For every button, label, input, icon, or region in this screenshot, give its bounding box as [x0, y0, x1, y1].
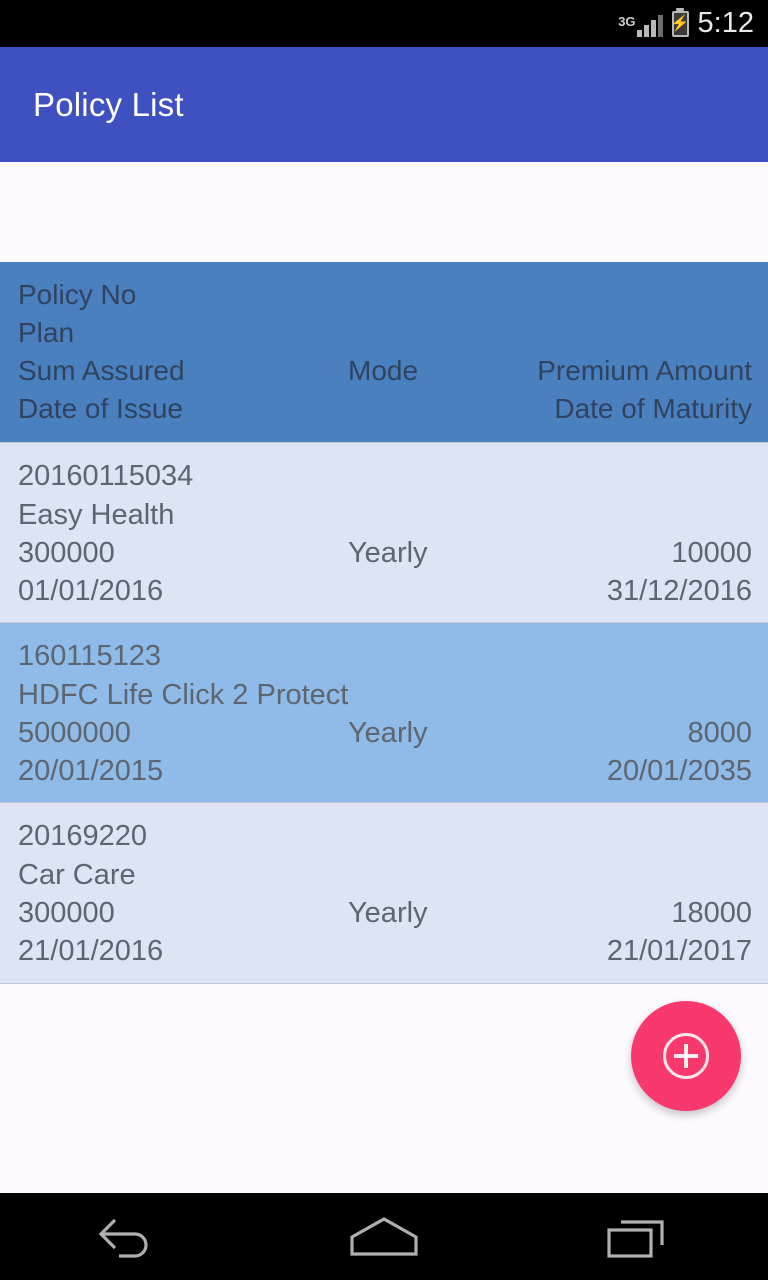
page-title: Policy List: [33, 85, 184, 123]
cell-sum-assured: 300000: [18, 536, 115, 569]
charging-bolt-icon: ⚡: [670, 15, 690, 32]
status-bar: 3G ⚡ 5:12: [0, 0, 768, 47]
phone-screen: 3G ⚡ 5:12 Policy List Policy No Plan Sum…: [0, 0, 768, 1280]
column-header-policy-no: Policy No: [18, 279, 137, 310]
column-header-premium-amount: Premium Amount: [537, 355, 752, 387]
table-header-row: Policy No Plan Sum Assured Mode Premium …: [0, 262, 768, 444]
cell-mode: Yearly: [348, 716, 428, 749]
row-line-plan: HDFC Life Click 2 Protect: [18, 676, 752, 714]
cell-mode: Yearly: [348, 536, 428, 569]
cell-policy-no: 20169220: [18, 820, 148, 853]
row-line-amounts: 300000 Yearly 18000: [18, 894, 752, 932]
add-policy-fab[interactable]: [631, 1001, 741, 1111]
battery-charging-icon: ⚡: [670, 10, 690, 37]
cell-premium-amount: 18000: [671, 896, 752, 929]
cell-policy-no: 20160115034: [18, 460, 194, 493]
cell-date-of-maturity: 21/01/2017: [606, 935, 752, 968]
content-spacer: [0, 162, 768, 262]
row-line-amounts: 300000 Yearly 10000: [18, 534, 752, 572]
row-line-plan: Easy Health: [18, 496, 752, 534]
row-line-policy-no: 160115123: [18, 637, 752, 675]
table-row[interactable]: 20160115034 Easy Health 300000 Yearly 10…: [0, 443, 768, 624]
header-line-dates: Date of Issue Date of Maturity: [18, 390, 752, 428]
row-line-plan: Car Care: [18, 856, 752, 894]
column-header-date-of-issue: Date of Issue: [18, 393, 183, 425]
add-circle-icon: [663, 1033, 709, 1079]
row-line-amounts: 5000000 Yearly 8000: [18, 714, 752, 752]
nav-recents-button[interactable]: [580, 1193, 700, 1280]
cell-policy-no: 160115123: [18, 640, 162, 673]
cell-date-of-issue: 01/01/2016: [18, 575, 164, 608]
column-header-date-of-maturity: Date of Maturity: [554, 393, 752, 425]
table-row[interactable]: 20169220 Car Care 300000 Yearly 18000 21…: [0, 803, 768, 984]
cell-date-of-issue: 20/01/2015: [18, 755, 164, 788]
header-line-plan: Plan: [18, 314, 752, 352]
network-type-label: 3G: [618, 13, 636, 29]
policy-table: Policy No Plan Sum Assured Mode Premium …: [0, 262, 768, 984]
signal-strength-bars: [636, 14, 663, 37]
column-header-plan: Plan: [18, 317, 75, 349]
row-line-policy-no: 20160115034: [18, 457, 752, 495]
row-line-dates: 21/01/2016 21/01/2017: [18, 932, 752, 970]
cell-premium-amount: 8000: [687, 716, 752, 749]
home-icon: [350, 1216, 418, 1256]
row-line-dates: 20/01/2015 20/01/2035: [18, 752, 752, 790]
cell-mode: Yearly: [348, 896, 428, 929]
table-row[interactable]: 160115123 HDFC Life Click 2 Protect 5000…: [0, 623, 768, 804]
cell-date-of-maturity: 20/01/2035: [606, 755, 752, 788]
header-line-amounts: Sum Assured Mode Premium Amount: [18, 352, 752, 390]
column-header-sum-assured: Sum Assured: [18, 355, 185, 387]
status-bar-clock: 5:12: [697, 7, 754, 39]
column-header-mode: Mode: [348, 355, 419, 387]
app-bar: Policy List: [0, 47, 768, 162]
back-icon: [98, 1218, 148, 1258]
cell-date-of-issue: 21/01/2016: [18, 935, 164, 968]
cell-premium-amount: 10000: [671, 536, 752, 569]
row-line-dates: 01/01/2016 31/12/2016: [18, 572, 752, 610]
nav-back-button[interactable]: [68, 1193, 188, 1280]
cell-date-of-maturity: 31/12/2016: [606, 575, 752, 608]
row-line-policy-no: 20169220: [18, 817, 752, 855]
cell-sum-assured: 5000000: [18, 716, 131, 749]
header-line-policy-no: Policy No: [18, 276, 752, 314]
cell-sum-assured: 300000: [18, 896, 115, 929]
cell-plan: HDFC Life Click 2 Protect: [18, 678, 349, 711]
cell-plan: Car Care: [18, 858, 136, 891]
signal-bars-icon: 3G: [618, 11, 663, 37]
nav-home-button[interactable]: [324, 1193, 444, 1280]
system-navigation-bar: [0, 1193, 768, 1280]
cell-plan: Easy Health: [18, 498, 175, 531]
recents-icon: [607, 1219, 664, 1258]
